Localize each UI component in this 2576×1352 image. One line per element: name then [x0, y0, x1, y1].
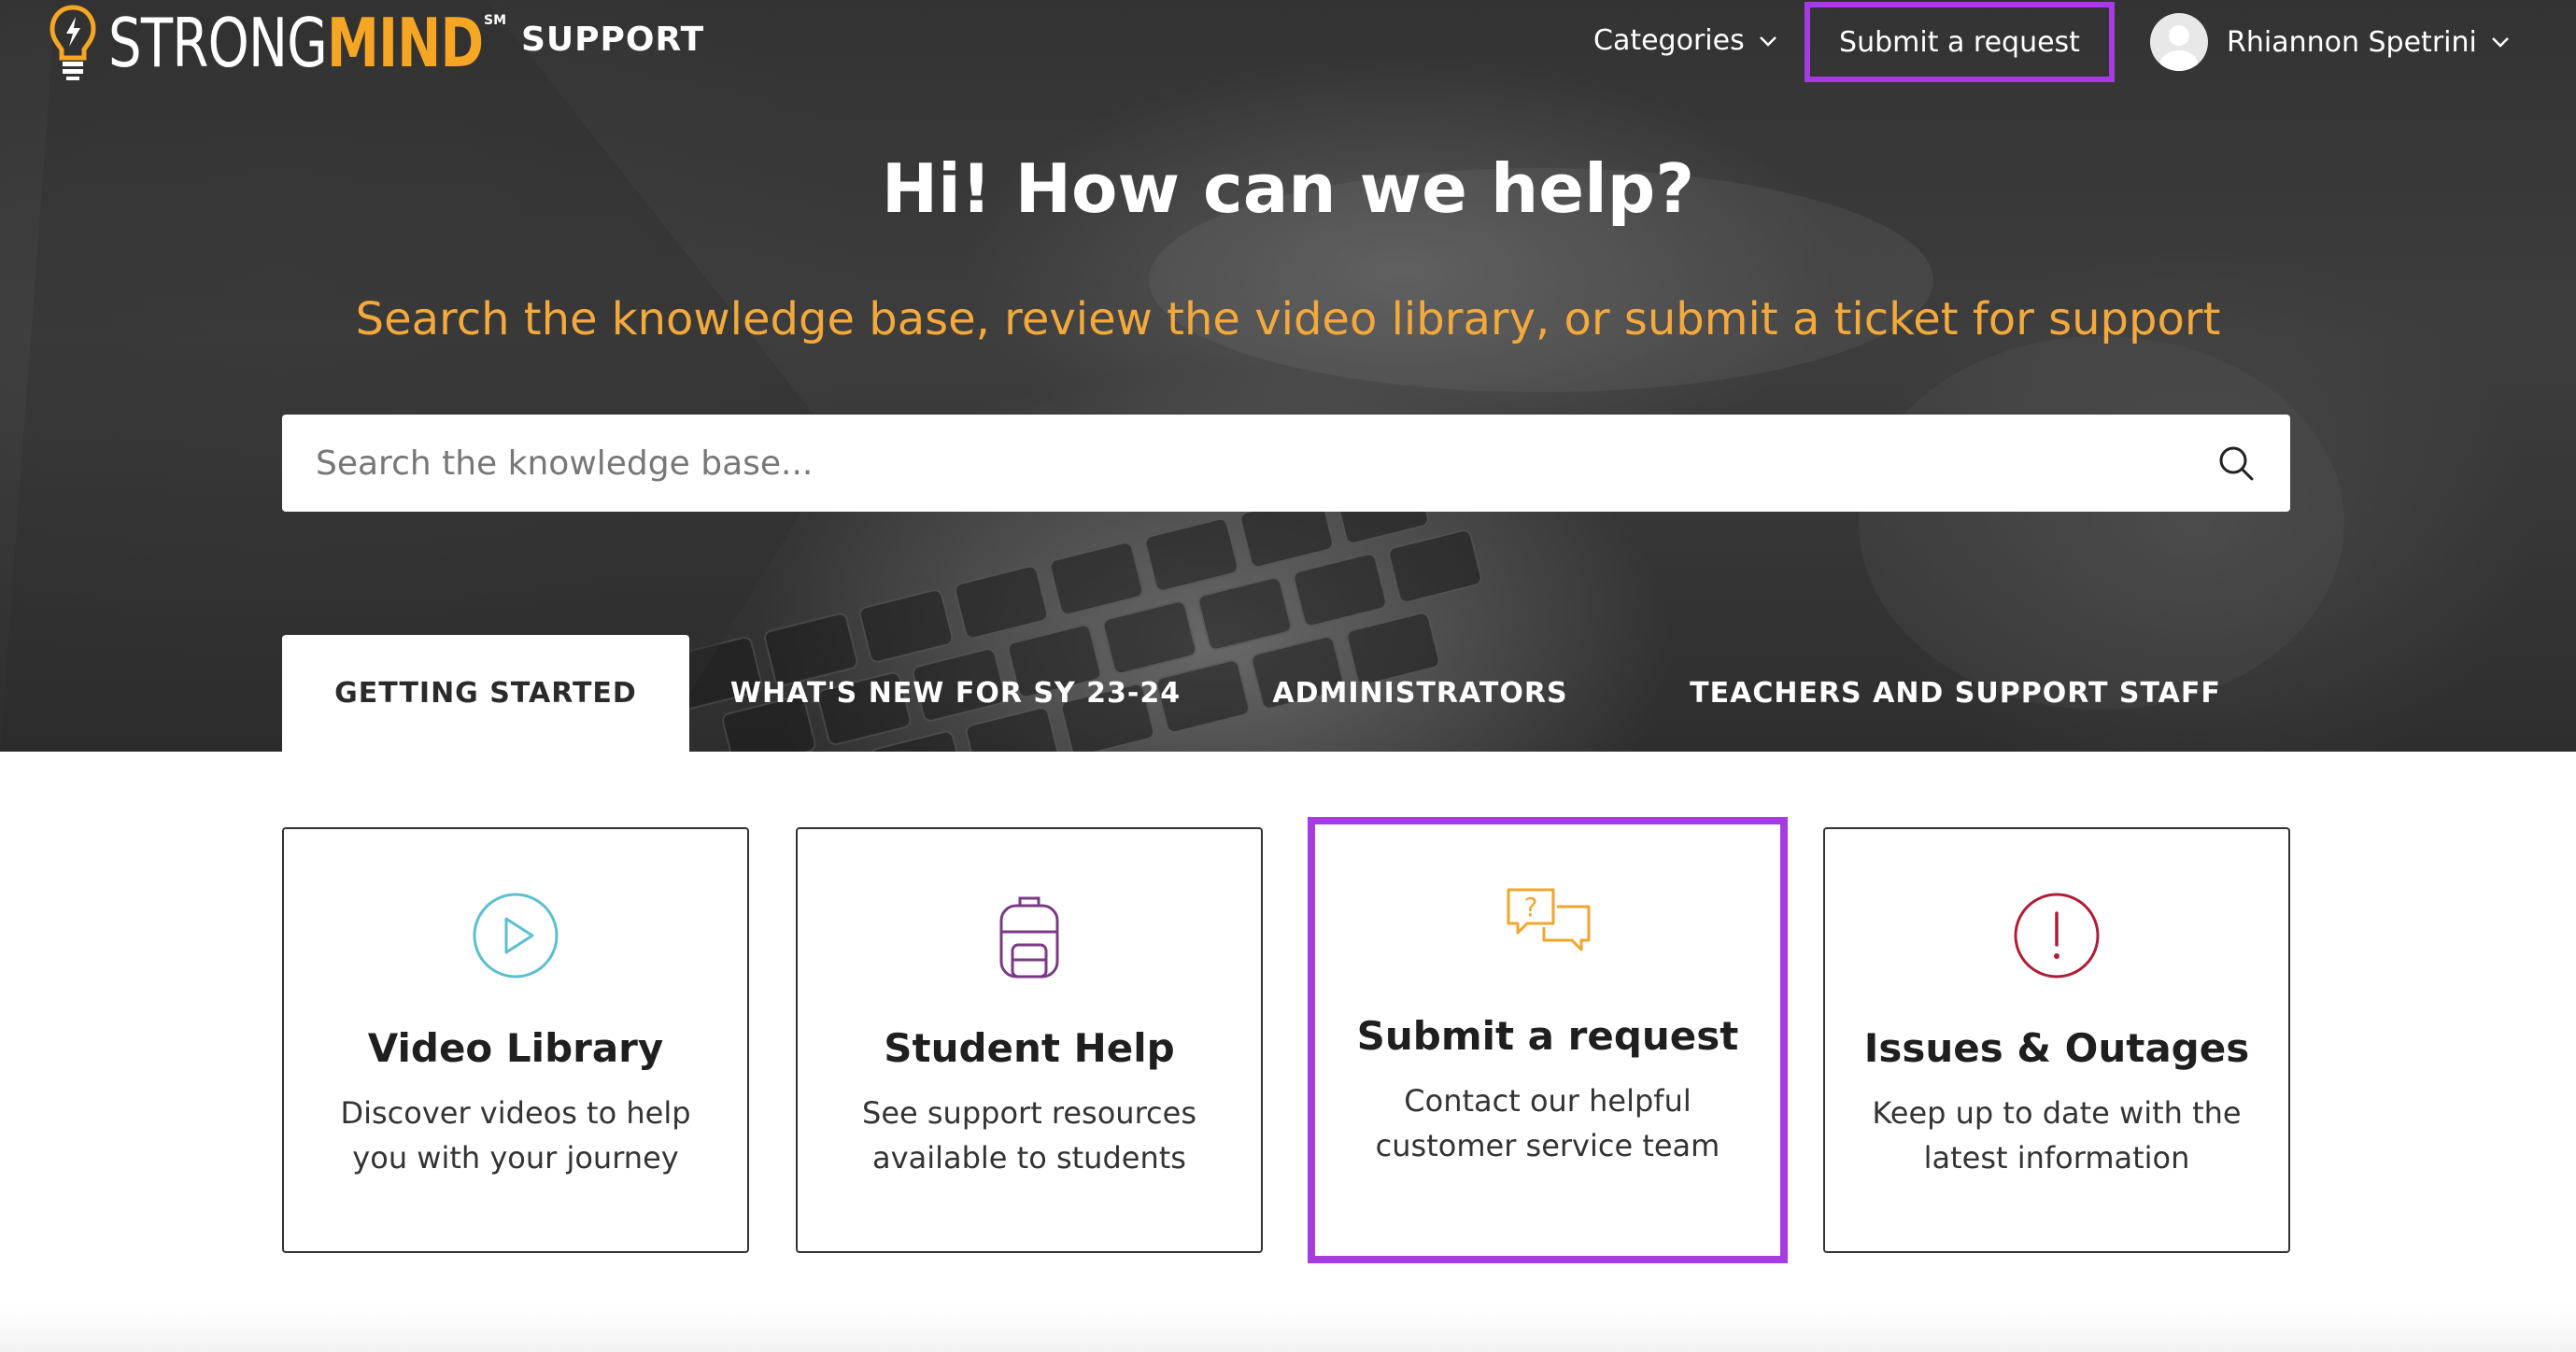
user-menu[interactable]: Rhiannon Spetrini — [2150, 13, 2511, 71]
lightbulb-logo-icon — [50, 5, 96, 80]
card-description: Keep up to date with the latest informat… — [1862, 1091, 2251, 1180]
card-title: Issues & Outages — [1863, 1025, 2250, 1071]
search-input[interactable] — [282, 415, 2150, 512]
categories-dropdown[interactable]: Categories — [1593, 24, 1778, 57]
avatar — [2150, 13, 2208, 71]
card-desc-line: Contact our helpful — [1404, 1083, 1691, 1119]
support-label: SUPPORT — [521, 21, 705, 59]
categories-label: Categories — [1593, 24, 1745, 57]
user-name: Rhiannon Spetrini — [2227, 25, 2477, 59]
card-desc-line: customer service team — [1375, 1128, 1720, 1163]
tab-label: TEACHERS AND SUPPORT STAFF — [1690, 677, 2221, 710]
strongmind-logo[interactable]: STRONGMIND SM — [49, 4, 589, 82]
svg-text:?: ? — [1524, 892, 1538, 922]
backpack-icon — [999, 896, 1059, 979]
tab-getting-started[interactable]: GETTING STARTED — [282, 635, 689, 752]
card-desc-line: available to students — [872, 1140, 1186, 1176]
card-description: Contact our helpful customer service tea… — [1352, 1078, 1743, 1168]
page-title: Hi! How can we help? — [881, 149, 1695, 228]
card-issues-outages[interactable]: Issues & Outages Keep up to date with th… — [1823, 827, 2290, 1253]
card-description: Discover videos to help you with your jo… — [321, 1091, 710, 1180]
logo-wordmark: STRONGMIND — [108, 9, 484, 77]
nav-submit-request-label: Submit a request — [1839, 25, 2080, 59]
tab-label: GETTING STARTED — [334, 677, 637, 710]
alert-circle-icon — [2014, 893, 2100, 979]
card-desc-line: See support resources — [862, 1095, 1196, 1131]
card-title: Student Help — [884, 1025, 1175, 1071]
page-bottom-divider — [0, 1307, 2576, 1352]
tab-teachers-support-staff[interactable]: TEACHERS AND SUPPORT STAFF — [1619, 635, 2292, 752]
card-student-help[interactable]: Student Help See support resources avail… — [796, 827, 1263, 1253]
hero-banner: STRONGMIND SM SUPPORT Categories Submit … — [0, 0, 2576, 752]
card-desc-line: Discover videos to help — [340, 1095, 691, 1131]
card-title: Video Library — [367, 1025, 664, 1071]
logo-mind-text: MIND — [327, 4, 484, 82]
tab-whats-new[interactable]: WHAT'S NEW FOR SY 23-24 — [689, 635, 1222, 752]
card-description: See support resources available to stude… — [835, 1091, 1224, 1180]
card-desc-line: you with your journey — [352, 1140, 679, 1176]
play-circle-icon — [473, 893, 559, 979]
chat-bubbles-icon: ? — [1507, 888, 1591, 951]
card-desc-line: latest information — [1923, 1140, 2190, 1176]
category-tabs: GETTING STARTED WHAT'S NEW FOR SY 23-24 … — [282, 635, 2292, 752]
card-video-library[interactable]: Video Library Discover videos to help yo… — [282, 827, 749, 1253]
search-icon[interactable] — [2215, 443, 2257, 484]
page-subtitle: Search the knowledge base, review the vi… — [355, 293, 2221, 345]
tab-administrators[interactable]: ADMINISTRATORS — [1222, 635, 1619, 752]
nav-submit-request-button[interactable]: Submit a request — [1805, 2, 2115, 82]
card-desc-line: Keep up to date with the — [1872, 1095, 2242, 1131]
logo-service-mark: SM — [484, 13, 507, 28]
card-title: Submit a request — [1356, 1013, 1739, 1059]
tab-label: ADMINISTRATORS — [1272, 677, 1568, 710]
user-avatar-icon — [2160, 25, 2198, 71]
tab-label: WHAT'S NEW FOR SY 23-24 — [729, 677, 1182, 710]
search-bar — [282, 415, 2290, 512]
chevron-down-icon — [2491, 37, 2509, 48]
card-submit-request[interactable]: ? Submit a request Contact our helpful c… — [1308, 817, 1788, 1263]
chevron-down-icon — [1759, 35, 1776, 47]
logo-strong-text: STRONG — [108, 4, 328, 82]
